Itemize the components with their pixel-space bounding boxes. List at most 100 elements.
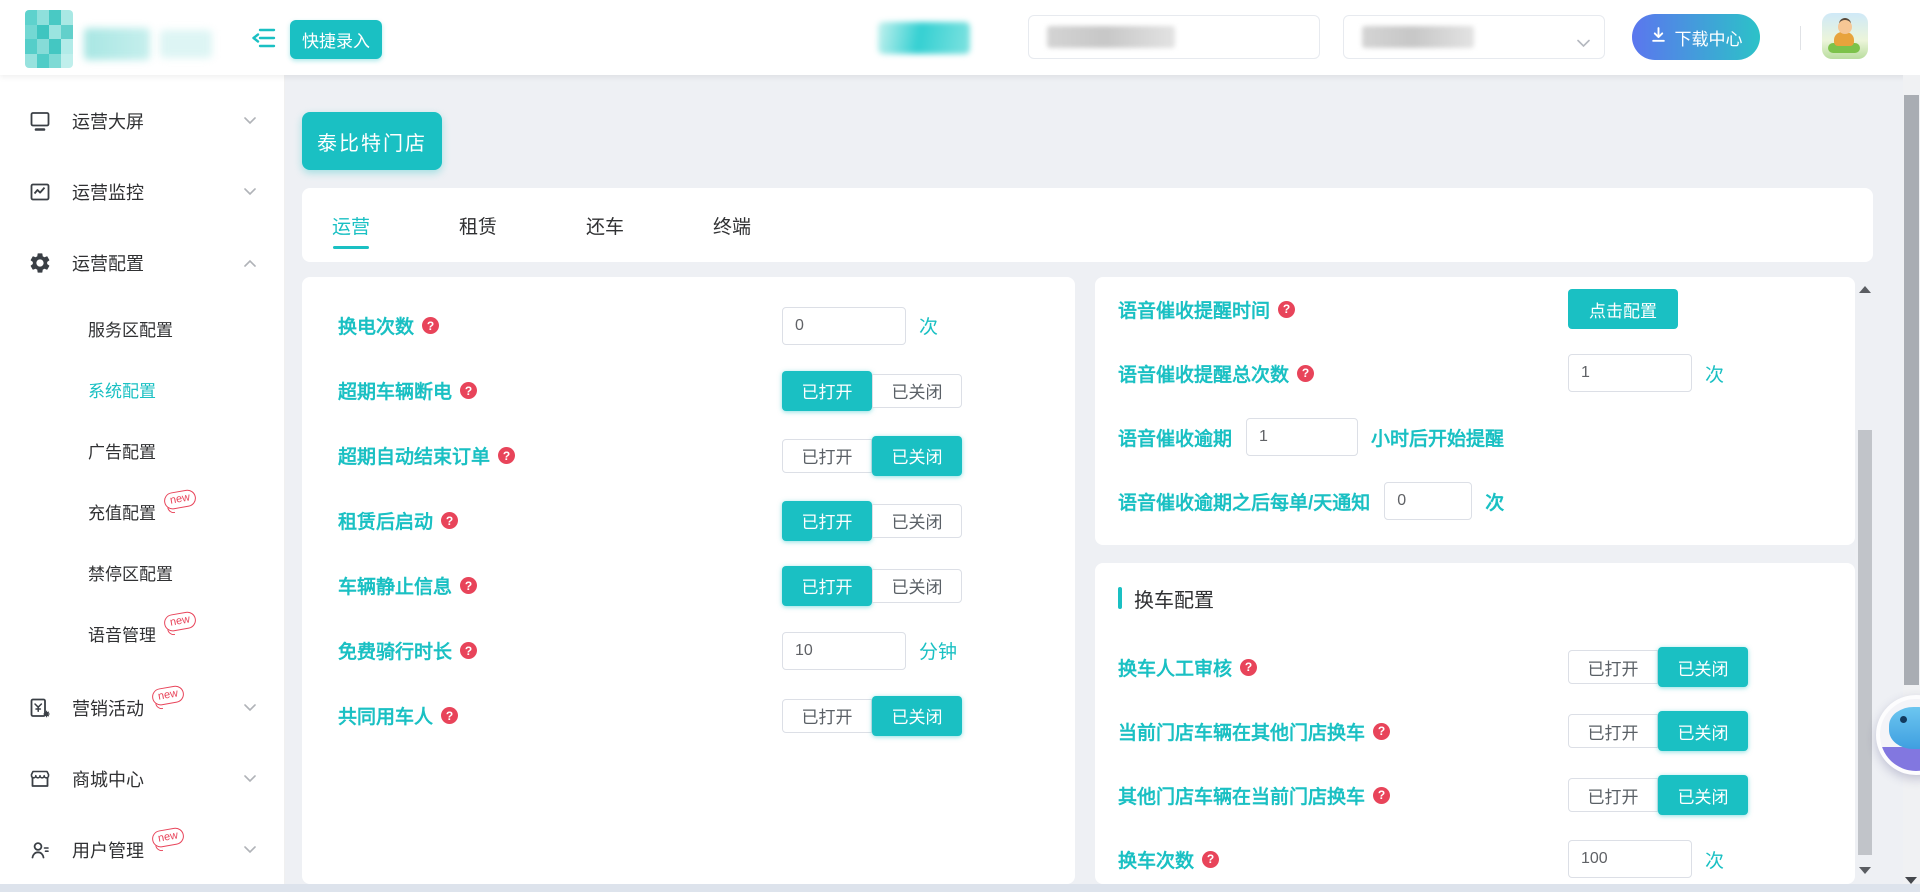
tab-operation[interactable]: 运营 — [332, 188, 370, 262]
toggle-on-segment[interactable]: 已打开 — [782, 500, 872, 541]
help-icon[interactable]: ? — [1278, 300, 1296, 318]
battery-swap-count-input[interactable] — [782, 306, 906, 345]
sidebar-subitem-system-config[interactable]: 系统配置 — [0, 359, 284, 420]
start-after-rental-toggle[interactable]: 已打开 已关闭 — [782, 500, 962, 541]
chevron-down-icon — [244, 770, 256, 788]
setting-label: 换车人工审核 — [1118, 658, 1233, 680]
swap-manual-review-toggle[interactable]: 已打开 已关闭 — [1568, 647, 1748, 687]
toggle-off-segment[interactable]: 已关闭 — [872, 568, 962, 603]
swap-from-other-store-toggle[interactable]: 已打开 已关闭 — [1568, 775, 1748, 815]
toggle-on-segment[interactable]: 已打开 — [1568, 650, 1658, 684]
scroll-down-icon[interactable] — [1905, 877, 1917, 884]
help-icon[interactable]: ? — [460, 382, 478, 399]
toggle-off-segment[interactable]: 已关闭 — [1658, 775, 1748, 815]
help-icon[interactable]: ? — [460, 577, 478, 594]
voice-overdue-notify-input[interactable] — [1384, 482, 1473, 520]
scroll-up-icon[interactable] — [1859, 286, 1871, 293]
overdue-power-off-toggle[interactable]: 已打开 已关闭 — [782, 370, 962, 411]
swap-at-other-store-toggle[interactable]: 已打开 已关闭 — [1568, 711, 1748, 751]
toggle-on-segment[interactable]: 已打开 — [1568, 778, 1658, 812]
setting-row-battery-swap-count: 换电次数? 次 — [302, 293, 1075, 358]
help-icon[interactable]: ? — [1373, 786, 1391, 804]
setting-label: 超期车辆断电 — [338, 382, 453, 403]
tab-return[interactable]: 还车 — [586, 188, 624, 262]
sidebar-subitem-recharge-config[interactable]: 充值配置 new — [0, 481, 284, 542]
help-icon[interactable]: ? — [1202, 850, 1220, 868]
setting-row-overdue-auto-end-order: 超期自动结束订单? 已打开 已关闭 — [302, 423, 1075, 488]
download-icon — [1650, 26, 1667, 48]
header-select-1[interactable] — [1028, 15, 1320, 59]
tab-label: 终端 — [713, 216, 752, 238]
mascot-face — [1889, 707, 1920, 749]
swap-count-input[interactable] — [1568, 840, 1692, 878]
header-select-2[interactable] — [1343, 15, 1605, 59]
scroll-down-icon[interactable] — [1859, 867, 1871, 874]
user-avatar[interactable] — [1822, 13, 1868, 59]
redacted-header-label — [878, 22, 970, 54]
toggle-off-segment[interactable]: 已关闭 — [872, 695, 962, 736]
sidebar-subitem-label: 充值配置 — [88, 504, 156, 523]
toggle-on-segment[interactable]: 已打开 — [1568, 714, 1658, 748]
toggle-on-segment[interactable]: 已打开 — [782, 565, 872, 606]
overdue-auto-end-order-toggle[interactable]: 已打开 已关闭 — [782, 435, 962, 476]
tab-terminal[interactable]: 终端 — [713, 188, 751, 262]
free-ride-duration-input[interactable] — [782, 631, 906, 670]
vehicle-idle-info-toggle[interactable]: 已打开 已关闭 — [782, 565, 962, 606]
help-icon[interactable]: ? — [422, 317, 440, 334]
new-badge: new — [162, 488, 198, 511]
sidebar-item-operation-config[interactable]: 运营配置 — [0, 227, 284, 298]
help-icon[interactable]: ? — [460, 642, 478, 659]
page-scrollbar-thumb[interactable] — [1904, 95, 1919, 685]
sidebar-item-operation-monitor[interactable]: 运营监控 — [0, 156, 284, 227]
sidebar-collapse-icon[interactable] — [250, 27, 276, 49]
toggle-off-segment[interactable]: 已关闭 — [872, 373, 962, 408]
voice-remind-time-config-button[interactable]: 点击配置 — [1568, 289, 1678, 329]
setting-row-overdue-power-off: 超期车辆断电? 已打开 已关闭 — [302, 358, 1075, 423]
setting-label: 车辆静止信息 — [338, 577, 453, 598]
toggle-on-segment[interactable]: 已打开 — [782, 698, 872, 733]
sidebar-item-marketing[interactable]: 营销活动 new — [0, 672, 284, 743]
toggle-off-segment[interactable]: 已关闭 — [1658, 711, 1748, 751]
toggle-off-segment[interactable]: 已关闭 — [1658, 647, 1748, 687]
chevron-down-icon — [244, 112, 256, 130]
setting-row-voice-remind-time: 语音催收提醒时间? 点击配置 — [1095, 277, 1855, 341]
panel-scrollbar-thumb[interactable] — [1858, 430, 1872, 855]
app-logo — [25, 10, 73, 68]
help-icon[interactable]: ? — [498, 447, 516, 464]
mall-icon — [28, 767, 52, 791]
unit-suffix: 次 — [1705, 364, 1725, 386]
sidebar-item-operation-screen[interactable]: 运营大屏 — [0, 85, 284, 156]
store-button[interactable]: 泰比特门店 — [302, 112, 442, 170]
sidebar-item-label: 运营监控 — [72, 182, 144, 203]
co-user-toggle[interactable]: 已打开 已关闭 — [782, 695, 962, 736]
chart-icon — [28, 180, 52, 204]
toggle-on-segment[interactable]: 已打开 — [782, 438, 872, 473]
download-center-button[interactable]: 下载中心 — [1632, 14, 1760, 60]
setting-row-swap-count: 换车次数? 次 — [1095, 827, 1855, 884]
voice-remind-total-input[interactable] — [1568, 354, 1692, 392]
sidebar-subitem-service-area-config[interactable]: 服务区配置 — [0, 298, 284, 359]
sidebar-item-mall-center[interactable]: 商城中心 — [0, 743, 284, 814]
sidebar-item-label: 商城中心 — [72, 769, 144, 790]
sidebar-subitem-label: 服务区配置 — [88, 321, 173, 340]
redacted-select-value — [1362, 26, 1474, 48]
panel-scrollbar — [1856, 280, 1874, 880]
sidebar-subitem-label: 系统配置 — [88, 382, 156, 401]
help-icon[interactable]: ? — [1373, 722, 1391, 740]
mascot-eye — [1900, 716, 1907, 723]
help-icon[interactable]: ? — [1240, 658, 1258, 676]
tab-rental[interactable]: 租赁 — [459, 188, 497, 262]
sidebar-subitem-voice-management[interactable]: 语音管理 new — [0, 603, 284, 664]
sidebar-subitem-no-parking-config[interactable]: 禁停区配置 — [0, 542, 284, 603]
toggle-on-segment[interactable]: 已打开 — [782, 370, 872, 411]
voice-overdue-delay-input[interactable] — [1246, 418, 1359, 456]
quick-entry-button[interactable]: 快捷录入 — [290, 20, 382, 59]
sidebar-item-user-management[interactable]: 用户管理 new — [0, 814, 284, 885]
toggle-off-segment[interactable]: 已关闭 — [872, 435, 962, 476]
help-icon[interactable]: ? — [441, 512, 459, 529]
help-icon[interactable]: ? — [1297, 364, 1315, 382]
sidebar-subitem-ad-config[interactable]: 广告配置 — [0, 420, 284, 481]
setting-row-co-user: 共同用车人? 已打开 已关闭 — [302, 683, 1075, 748]
help-icon[interactable]: ? — [441, 707, 459, 724]
toggle-off-segment[interactable]: 已关闭 — [872, 503, 962, 538]
